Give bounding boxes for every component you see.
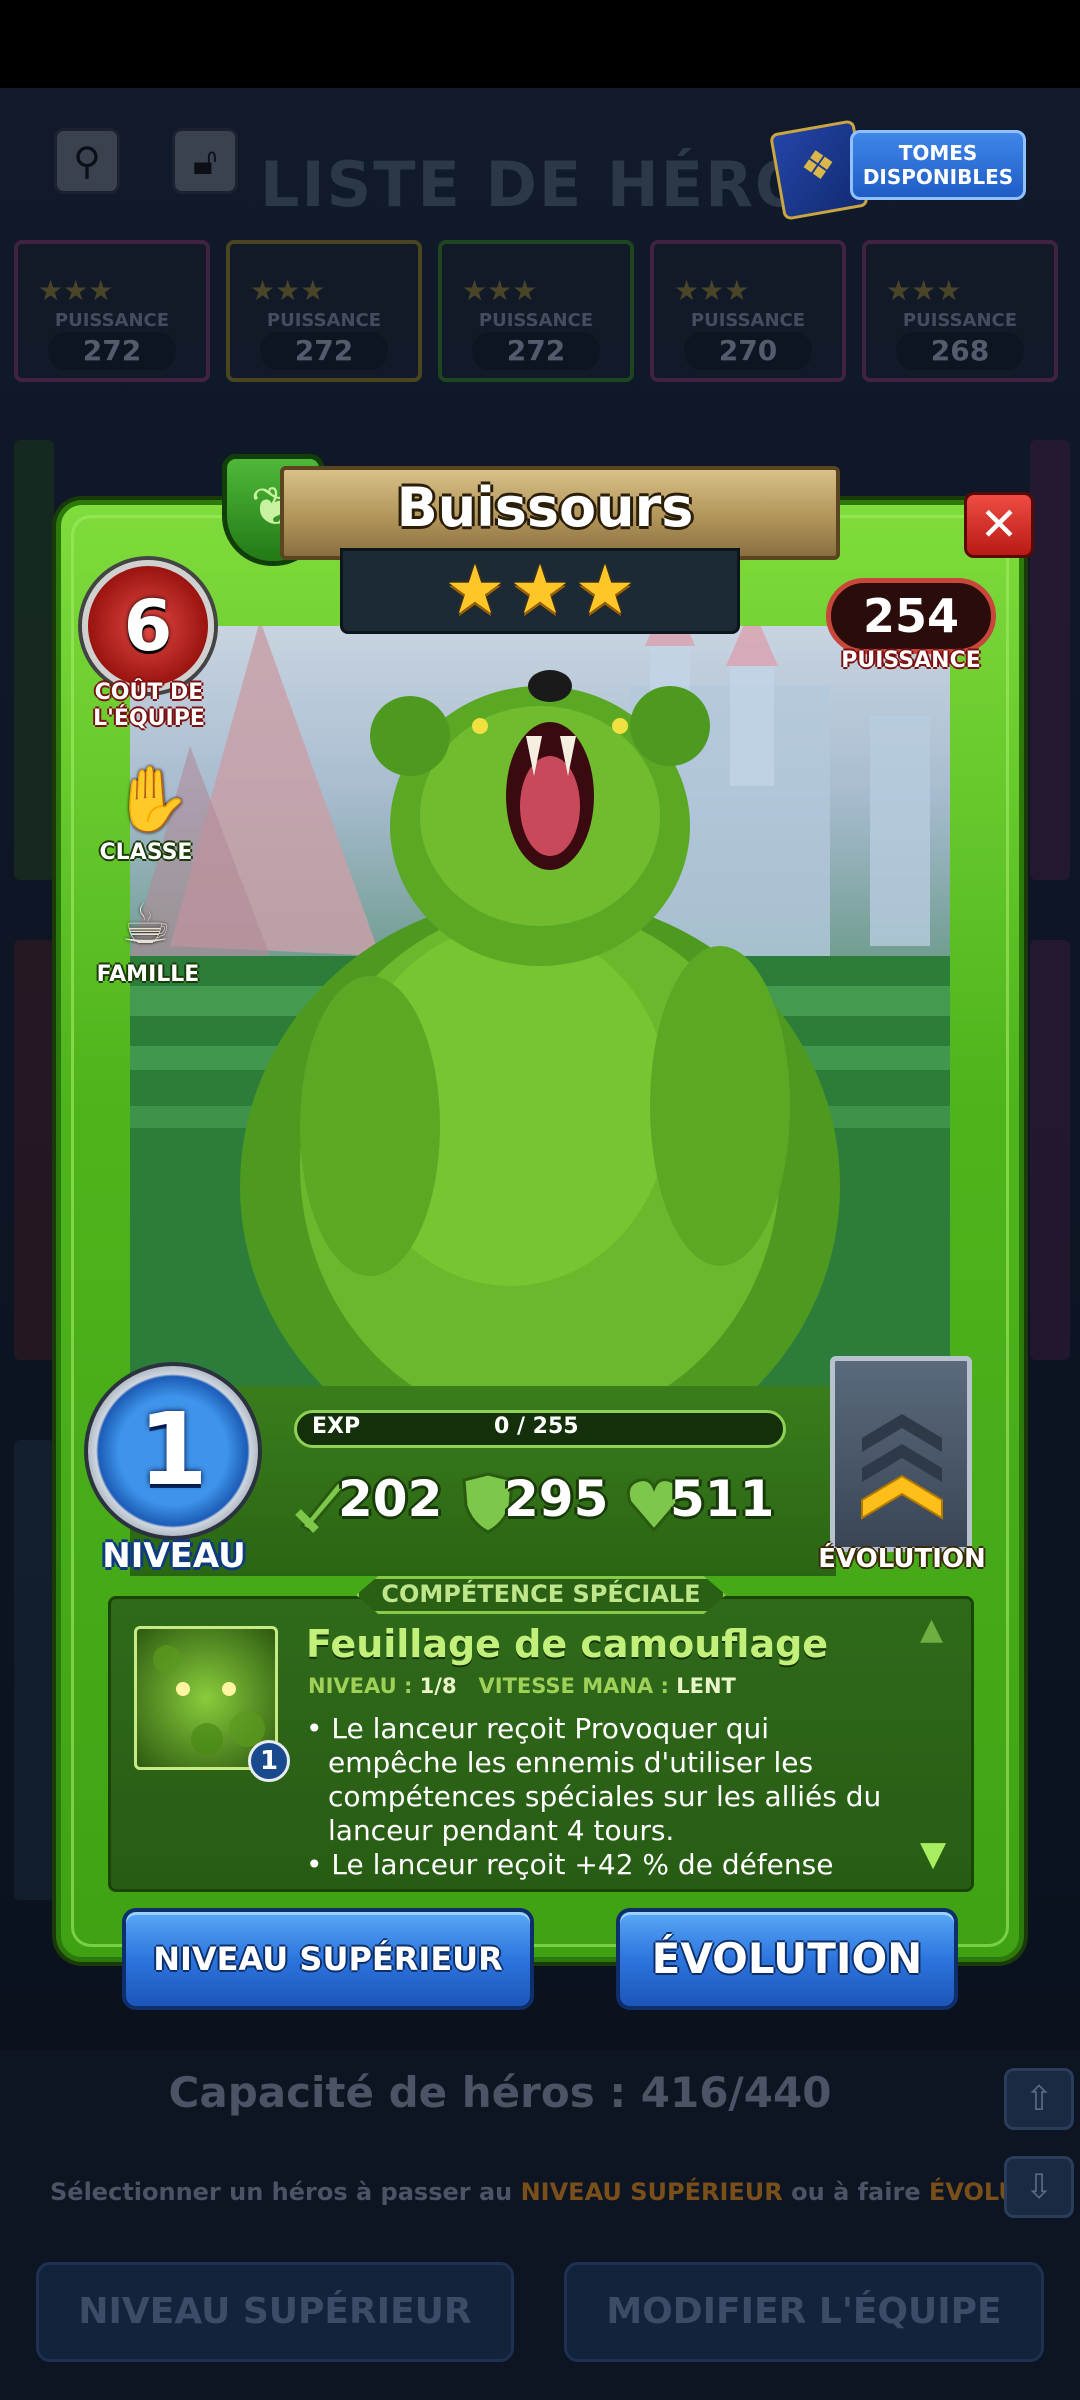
skill-meta: NIVEAU : 1/8 VITESSE MANA : LENT <box>308 1674 736 1698</box>
hero-card-power: 272 <box>48 332 176 370</box>
scroll-down-button[interactable]: ⇩ <box>1004 2156 1074 2218</box>
family-label: FAMILLE <box>96 962 200 987</box>
hero-card-power: 268 <box>896 332 1024 370</box>
tomes-label: TOMES DISPONIBLES <box>850 130 1026 200</box>
skill-description[interactable]: • Le lanceur reçoit Provoquer qui empêch… <box>306 1712 906 1888</box>
footer-hint: Sélectionner un héros à passer au NIVEAU… <box>50 2178 1018 2206</box>
health-stat: 511 <box>626 1470 774 1540</box>
evolution-chevron-icon <box>858 1408 946 1532</box>
hero-card[interactable]: ★★★ PUISSANCE 272 <box>14 240 210 382</box>
exp-value: 0 / 255 <box>494 1414 579 1439</box>
hero-card-power-label: PUISSANCE <box>266 310 382 331</box>
star-icon: ★ <box>509 551 571 630</box>
evolution-button[interactable]: ÉVOLUTION <box>616 1908 958 2010</box>
hero-card-power: 272 <box>260 332 388 370</box>
scroll-up-arrow-icon[interactable]: ▲ <box>920 1612 943 1647</box>
evolution-label: ÉVOLUTION <box>818 1544 986 1574</box>
level-up-button[interactable]: NIVEAU SUPÉRIEUR <box>122 1908 534 2010</box>
hero-card-power: 272 <box>472 332 600 370</box>
family-teacup-icon[interactable]: ☕ <box>104 890 188 960</box>
hero-card[interactable]: ★★★ PUISSANCE 272 <box>226 240 422 382</box>
scroll-down-arrow-icon[interactable]: ▼ <box>920 1834 946 1874</box>
hero-capacity: Capacité de héros : 416/440 <box>168 2068 832 2117</box>
bottom-level-up-button[interactable]: NIVEAU SUPÉRIEUR <box>36 2262 514 2362</box>
search-icon[interactable]: ⚲ <box>54 128 120 194</box>
hero-card-power: 270 <box>684 332 812 370</box>
hero-name: Buissours <box>396 476 694 539</box>
exp-label: EXP <box>312 1414 361 1439</box>
hero-card-power-label: PUISSANCE <box>54 310 170 331</box>
team-cost-badge[interactable]: 6 <box>82 560 214 692</box>
hero-card-stars: ★★★ <box>38 274 114 307</box>
hero-card-power-label: PUISSANCE <box>902 310 1018 331</box>
star-icon: ★ <box>444 551 506 630</box>
hero-card[interactable]: ★★★ PUISSANCE 272 <box>438 240 634 382</box>
hero-card-stars: ★★★ <box>886 274 962 307</box>
page-title: LISTE DE HÉROS <box>260 148 857 221</box>
power-label: PUISSANCE <box>841 648 981 673</box>
hero-card-power-label: PUISSANCE <box>478 310 594 331</box>
skill-description-line: • Le lanceur reçoit Provoquer qui empêch… <box>306 1712 882 1847</box>
lock-icon[interactable]: 🔓︎ <box>172 128 238 194</box>
status-bar <box>0 0 1080 88</box>
hero-stars: ★★★ <box>340 548 740 634</box>
tomes-available-button[interactable]: TOMES DISPONIBLES <box>769 119 1026 221</box>
defense-stat: 295 <box>460 1470 608 1540</box>
level-label: NIVEAU <box>102 1536 246 1576</box>
hero-level-badge: 1 <box>84 1362 262 1540</box>
hero-card[interactable] <box>14 440 54 880</box>
hero-card[interactable]: ★★★ PUISSANCE 270 <box>650 240 846 382</box>
class-glove-icon[interactable]: ✋ <box>112 760 192 840</box>
hero-card-power-label: PUISSANCE <box>690 310 806 331</box>
hero-card[interactable] <box>14 940 54 1360</box>
class-label: CLASSE <box>99 840 193 865</box>
star-icon: ★ <box>574 551 636 630</box>
skill-name: Feuillage de camouflage <box>306 1622 829 1666</box>
attack-stat: 202 <box>294 1470 442 1540</box>
edit-team-button[interactable]: MODIFIER L'ÉQUIPE <box>564 2262 1044 2362</box>
hero-card[interactable] <box>1030 440 1070 880</box>
skill-level-badge: 1 <box>248 1740 290 1782</box>
hero-portrait <box>130 626 950 1386</box>
hero-card[interactable] <box>1030 940 1070 1360</box>
hero-power: 254 <box>826 578 996 654</box>
hero-card-stars: ★★★ <box>250 274 326 307</box>
skill-tag-label: COMPÉTENCE SPÉCIALE <box>381 1580 701 1608</box>
hero-card-stars: ★★★ <box>462 274 538 307</box>
close-button[interactable]: ✕ <box>964 492 1034 558</box>
team-cost-label: COÛT DE L'ÉQUIPE <box>93 680 205 731</box>
hero-card[interactable] <box>14 1440 54 1900</box>
hero-card-stars: ★★★ <box>674 274 750 307</box>
hero-card[interactable]: ★★★ PUISSANCE 268 <box>862 240 1058 382</box>
scroll-up-button[interactable]: ⇧ <box>1004 2068 1074 2130</box>
skill-description-line: • Le lanceur reçoit +42 % de défense pou… <box>306 1848 834 1888</box>
